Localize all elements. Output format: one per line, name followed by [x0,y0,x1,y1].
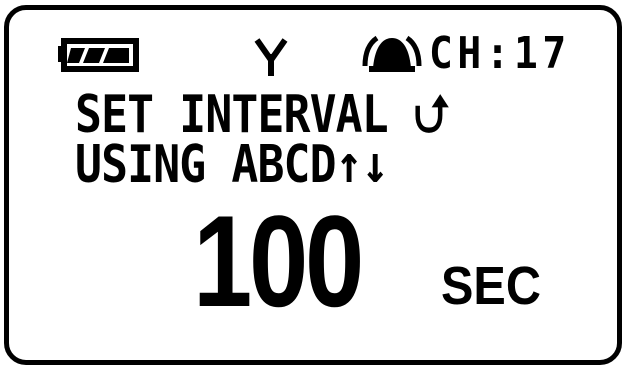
interval-value: 100 [193,188,364,334]
lcd-display: CH:17 SET INTERVAL ⮍ USING ABCD↑↓ 100 SE… [4,5,622,365]
channel-indicator: CH:17 [429,28,571,79]
antenna-icon [254,38,288,76]
instruction-line-2: USING ABCD↑↓ [75,135,389,195]
interval-unit: SEC [441,256,541,316]
bell-icon [362,35,422,72]
status-bar: CH:17 [9,10,617,80]
battery-icon [58,38,139,72]
